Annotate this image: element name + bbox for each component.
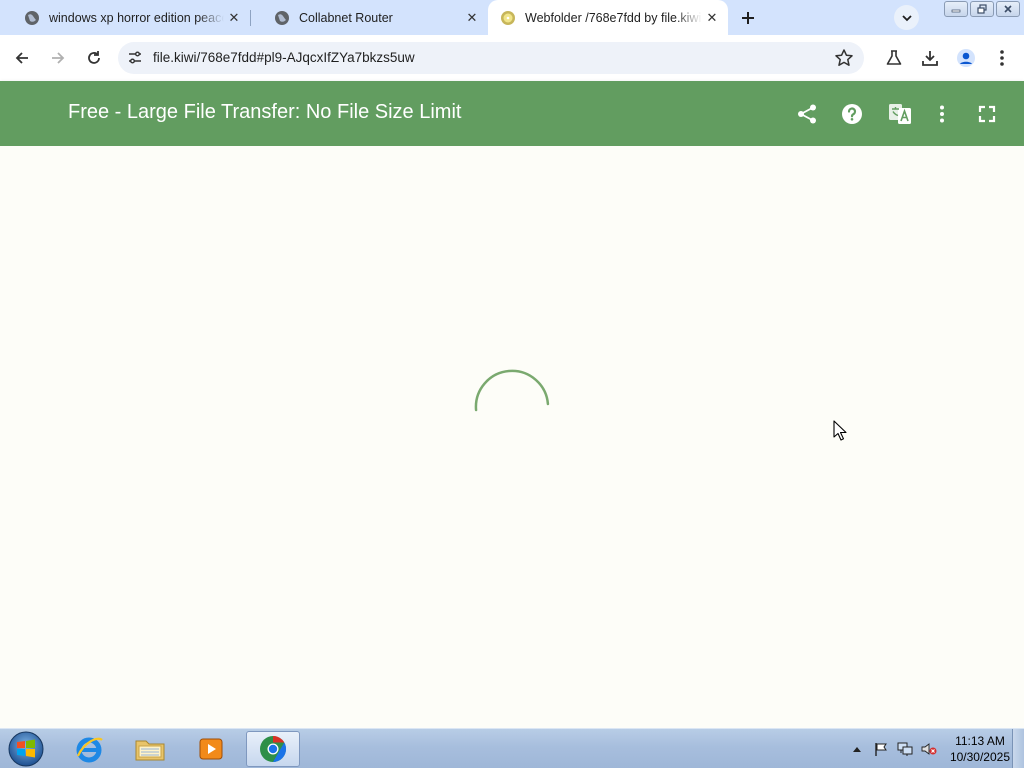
more-vertical-icon xyxy=(1000,50,1004,66)
clock-time: 11:13 AM xyxy=(955,734,1005,748)
taskbar-internet-explorer[interactable] xyxy=(62,731,116,767)
translate-icon xyxy=(889,104,911,124)
app-header: Free - Large File Transfer: No File Size… xyxy=(0,81,1024,146)
forward-button[interactable] xyxy=(43,43,73,73)
minimize-icon xyxy=(951,9,961,13)
close-window-button[interactable] xyxy=(996,1,1020,17)
mouse-cursor-icon xyxy=(833,420,847,441)
kiwi-icon xyxy=(501,10,515,25)
content-area xyxy=(0,146,1024,728)
browser-toolbar: file.kiwi/768e7fdd#pl9-AJqcxIfZYa7bkzs5u… xyxy=(0,35,1024,81)
profile-button[interactable] xyxy=(951,43,981,73)
close-tab-icon[interactable]: ✕ xyxy=(462,8,482,28)
tab-collabnet-router[interactable]: Collabnet Router ✕ xyxy=(250,0,488,35)
plus-icon xyxy=(742,12,754,24)
network-icon[interactable] xyxy=(896,740,914,758)
close-icon xyxy=(1004,5,1012,13)
browser-menu-button[interactable] xyxy=(987,43,1017,73)
restore-button[interactable] xyxy=(970,1,994,17)
minimize-button[interactable] xyxy=(944,1,968,17)
site-settings-icon[interactable] xyxy=(126,49,144,67)
globe-icon xyxy=(275,10,289,25)
tab-windows-xp-horror[interactable]: windows xp horror edition peace ✕ xyxy=(0,0,250,35)
new-tab-button[interactable] xyxy=(736,6,760,30)
flask-icon xyxy=(886,50,902,65)
flag-icon xyxy=(875,743,887,756)
bookmark-star-icon[interactable] xyxy=(834,48,854,68)
window-controls xyxy=(942,1,1020,19)
restore-icon xyxy=(977,4,987,14)
translate-button[interactable] xyxy=(886,100,914,128)
folder-icon xyxy=(135,740,165,761)
help-button[interactable] xyxy=(838,100,866,128)
fullscreen-button[interactable] xyxy=(973,100,1001,128)
tab-search-button[interactable] xyxy=(894,5,919,30)
arrow-left-icon xyxy=(15,52,28,64)
share-button[interactable] xyxy=(793,100,821,128)
help-icon xyxy=(842,104,862,124)
loading-spinner xyxy=(474,369,550,412)
globe-icon xyxy=(25,10,39,25)
taskbar-chrome[interactable] xyxy=(246,731,300,767)
speaker-muted-icon xyxy=(921,743,937,755)
tab-webfolder-active[interactable]: Webfolder /768e7fdd by file.kiwi ✕ xyxy=(488,0,728,35)
taskbar-media-player[interactable] xyxy=(184,731,238,767)
taskbar-file-explorer[interactable] xyxy=(123,731,177,767)
volume-muted-icon[interactable] xyxy=(920,740,938,758)
media-player-icon xyxy=(199,738,223,760)
close-tab-icon[interactable]: ✕ xyxy=(702,8,722,28)
internet-explorer-icon xyxy=(76,737,103,763)
back-button[interactable] xyxy=(7,43,37,73)
system-tray: 11:13 AM 10/30/2025 xyxy=(842,729,1010,768)
app-menu-button[interactable] xyxy=(928,100,956,128)
close-tab-icon[interactable]: ✕ xyxy=(224,8,244,28)
chevron-up-icon xyxy=(852,747,861,752)
network-icon xyxy=(897,742,913,756)
start-button[interactable] xyxy=(6,730,46,768)
taskbar-clock[interactable]: 11:13 AM 10/30/2025 xyxy=(950,733,1010,765)
reload-button[interactable] xyxy=(79,43,109,73)
chevron-down-icon xyxy=(901,14,912,21)
page-title: Free - Large File Transfer: No File Size… xyxy=(68,101,462,123)
tab-strip: windows xp horror edition peace ✕ Collab… xyxy=(0,0,1024,35)
chrome-icon xyxy=(260,735,287,763)
share-icon xyxy=(798,104,816,124)
more-vertical-icon xyxy=(940,105,944,123)
tab-title: windows xp horror edition peace xyxy=(49,10,224,25)
show-hidden-icons-button[interactable] xyxy=(848,740,866,758)
downloads-button[interactable] xyxy=(915,43,945,73)
fullscreen-icon xyxy=(978,105,996,123)
url-text[interactable]: file.kiwi/768e7fdd#pl9-AJqcxIfZYa7bkzs5u… xyxy=(153,50,415,65)
tab-title: Collabnet Router xyxy=(299,10,393,25)
download-icon xyxy=(922,51,938,66)
arrow-right-icon xyxy=(52,52,65,64)
avatar-icon xyxy=(957,49,975,67)
labs-button[interactable] xyxy=(879,43,909,73)
action-center-flag-icon[interactable] xyxy=(872,740,890,758)
tab-title: Webfolder /768e7fdd by file.kiwi xyxy=(525,10,702,25)
windows-taskbar: 11:13 AM 10/30/2025 xyxy=(0,728,1024,768)
show-desktop-button[interactable] xyxy=(1012,729,1024,768)
address-bar[interactable]: file.kiwi/768e7fdd#pl9-AJqcxIfZYa7bkzs5u… xyxy=(118,42,864,74)
clock-date: 10/30/2025 xyxy=(949,750,1010,764)
reload-icon xyxy=(88,51,100,64)
